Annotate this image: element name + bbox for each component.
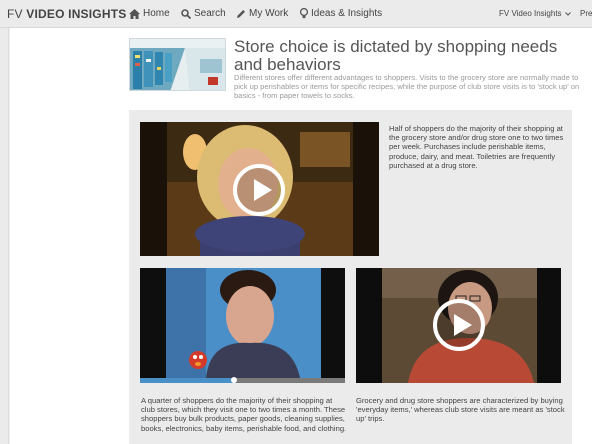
play-button[interactable] xyxy=(433,299,485,351)
nav-item-cutoff[interactable]: Pre xyxy=(580,9,592,18)
left-gutter xyxy=(0,28,9,444)
article-title: Store choice is dictated by shopping nee… xyxy=(234,37,558,74)
video-2-progress-bar[interactable] xyxy=(140,377,345,383)
search-icon xyxy=(181,8,191,19)
top-nav-bar: FV VIDEO INSIGHTS Home Search My Work Id… xyxy=(0,0,592,28)
nav-my-work-label: My Work xyxy=(249,8,289,19)
nav-search-label: Search xyxy=(194,8,226,19)
video-2-caption: A quarter of shoppers do the majority of… xyxy=(141,396,347,433)
app-logo[interactable]: FV VIDEO INSIGHTS xyxy=(7,7,126,21)
nav-home-label: Home xyxy=(143,8,170,19)
video-1-caption: Half of shoppers do the majority of thei… xyxy=(389,124,564,170)
video-player-2[interactable] xyxy=(140,268,345,383)
nav-home[interactable]: Home xyxy=(129,8,170,19)
chevron-down-icon xyxy=(564,11,571,16)
lightbulb-icon xyxy=(300,8,308,19)
account-menu[interactable]: FV Video Insights xyxy=(499,9,571,18)
article-subtitle: Different stores offer different advanta… xyxy=(234,73,580,100)
nav-ideas-label: Ideas & Insights xyxy=(311,8,383,19)
video-player-1[interactable] xyxy=(140,122,379,256)
pencil-icon xyxy=(237,9,245,18)
home-icon xyxy=(129,8,140,19)
nav-item-cutoff-label: Pre xyxy=(580,9,592,18)
nav-my-work[interactable]: My Work xyxy=(236,8,288,19)
video-player-3[interactable] xyxy=(356,268,561,383)
play-button[interactable] xyxy=(233,164,285,216)
video-2-progress-fill xyxy=(140,378,235,383)
video-2-progress-handle[interactable] xyxy=(231,377,238,383)
nav-ideas-insights[interactable]: Ideas & Insights xyxy=(300,8,382,19)
account-menu-label: FV Video Insights xyxy=(499,9,562,18)
logo-title: VIDEO INSIGHTS xyxy=(26,7,127,21)
nav-search[interactable]: Search xyxy=(181,8,226,19)
article-thumbnail xyxy=(129,38,226,91)
video-3-caption: Grocery and drug store shoppers are char… xyxy=(356,396,565,424)
logo-prefix: FV xyxy=(7,7,27,21)
video-2-still xyxy=(140,268,345,378)
